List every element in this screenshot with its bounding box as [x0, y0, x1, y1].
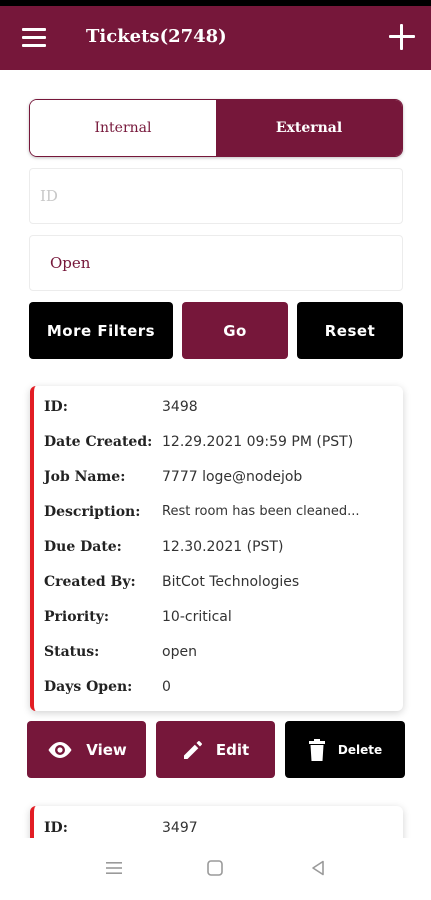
trash-icon: [308, 738, 326, 762]
ticket-row-priority: Priority: 10-critical: [44, 609, 232, 625]
job-name-label: Job Name:: [44, 469, 126, 485]
job-name-value: 7777 loge@nodejob: [162, 469, 303, 485]
date-created-value: 12.29.2021 09:59 PM (PST): [162, 434, 354, 450]
ticket-row-status: Status: open: [44, 644, 197, 660]
system-nav-bar: [0, 838, 431, 900]
days-open-value: 0: [162, 679, 171, 695]
priority-label: Priority:: [44, 609, 110, 625]
ticket-row-id: ID: 3498: [44, 399, 198, 415]
tab-external[interactable]: External: [216, 100, 402, 156]
ticket-row-id: ID: 3497: [44, 820, 198, 836]
go-button[interactable]: Go: [182, 302, 288, 359]
edit-button[interactable]: Edit: [156, 721, 275, 778]
tab-internal[interactable]: Internal: [30, 100, 216, 156]
pencil-icon: [182, 739, 204, 761]
ticket-row-description: Description: Rest room has been cleaned.…: [44, 504, 360, 520]
ticket-row-job-name: Job Name: 7777 loge@nodejob: [44, 469, 302, 485]
view-button[interactable]: View: [27, 721, 146, 778]
id-value: 3497: [162, 820, 198, 836]
eye-icon: [46, 740, 74, 760]
id-filter-field: [29, 168, 403, 224]
description-value: Rest room has been cleaned...: [162, 504, 360, 519]
due-date-value: 12.30.2021 (PST): [162, 539, 284, 555]
id-label: ID:: [44, 820, 68, 836]
reset-button[interactable]: Reset: [297, 302, 403, 359]
created-by-label: Created By:: [44, 574, 136, 590]
ticket-row-created-by: Created By: BitCot Technologies: [44, 574, 299, 590]
days-open-label: Days Open:: [44, 679, 133, 695]
app-bar: Tickets(2748): [0, 6, 431, 70]
date-created-label: Date Created:: [44, 434, 153, 450]
page-title: Tickets(2748): [86, 26, 227, 47]
id-input[interactable]: [30, 169, 402, 223]
created-by-value: BitCot Technologies: [162, 574, 300, 590]
home-icon[interactable]: [203, 856, 227, 880]
due-date-label: Due Date:: [44, 539, 122, 555]
status-filter-select[interactable]: Open: [29, 235, 403, 291]
hamburger-menu-icon[interactable]: [22, 28, 46, 48]
edit-button-label: Edit: [215, 740, 250, 759]
view-button-label: View: [86, 740, 127, 759]
delete-button[interactable]: Delete: [285, 721, 405, 778]
priority-value: 10-critical: [162, 609, 232, 625]
status-value: open: [162, 644, 197, 660]
description-label: Description:: [44, 504, 141, 520]
back-icon[interactable]: [306, 856, 330, 880]
id-label: ID:: [44, 399, 68, 415]
add-ticket-plus-icon[interactable]: [389, 24, 415, 50]
ticket-row-date-created: Date Created: 12.29.2021 09:59 PM (PST): [44, 434, 353, 450]
ticket-type-toggle: Internal External: [29, 99, 403, 157]
status-select-value: Open: [50, 254, 91, 272]
more-filters-button[interactable]: More Filters: [29, 302, 173, 359]
ticket-card: ID: 3498 Date Created: 12.29.2021 09:59 …: [30, 386, 403, 711]
ticket-row-days-open: Days Open: 0: [44, 679, 171, 695]
ticket-row-due-date: Due Date: 12.30.2021 (PST): [44, 539, 283, 555]
status-label: Status:: [44, 644, 100, 660]
delete-button-label: Delete: [337, 742, 383, 757]
id-value: 3498: [162, 399, 198, 415]
recent-apps-icon[interactable]: [102, 856, 126, 880]
